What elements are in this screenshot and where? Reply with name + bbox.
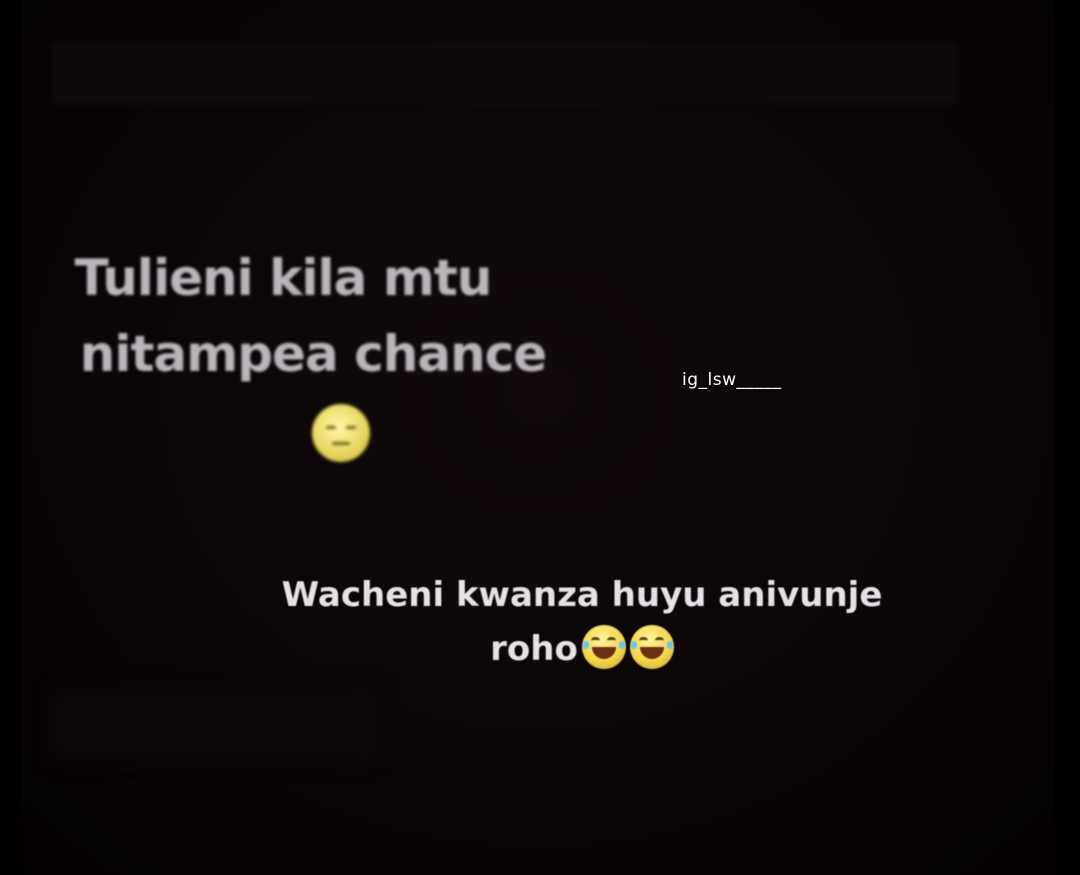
message-right-line-2-wrap: roho — [262, 622, 902, 676]
message-left-line-2: nitampea chance — [79, 325, 547, 383]
message-left-line-1: Tulieni kila mtu — [74, 249, 493, 307]
watermark: ig_lsw_____ — [682, 370, 782, 390]
message-left: Tulieni kila mtu nitampea chance — [75, 240, 622, 392]
blurred-top-bar — [52, 42, 957, 104]
tears-of-joy-icon — [581, 624, 626, 669]
blurred-bottom-area — [50, 690, 380, 760]
tears-of-joy-icon — [629, 624, 674, 669]
message-right-line-2: roho — [490, 629, 578, 669]
screenshot: Tulieni kila mtu nitampea chance ig_lsw_… — [0, 0, 1080, 875]
unamused-face-icon — [312, 404, 370, 462]
message-right: Wacheni kwanza huyu anivunje roho — [262, 568, 902, 676]
left-border — [0, 0, 22, 875]
message-right-line-1: Wacheni kwanza huyu anivunje — [281, 575, 883, 615]
right-border — [1054, 0, 1080, 875]
